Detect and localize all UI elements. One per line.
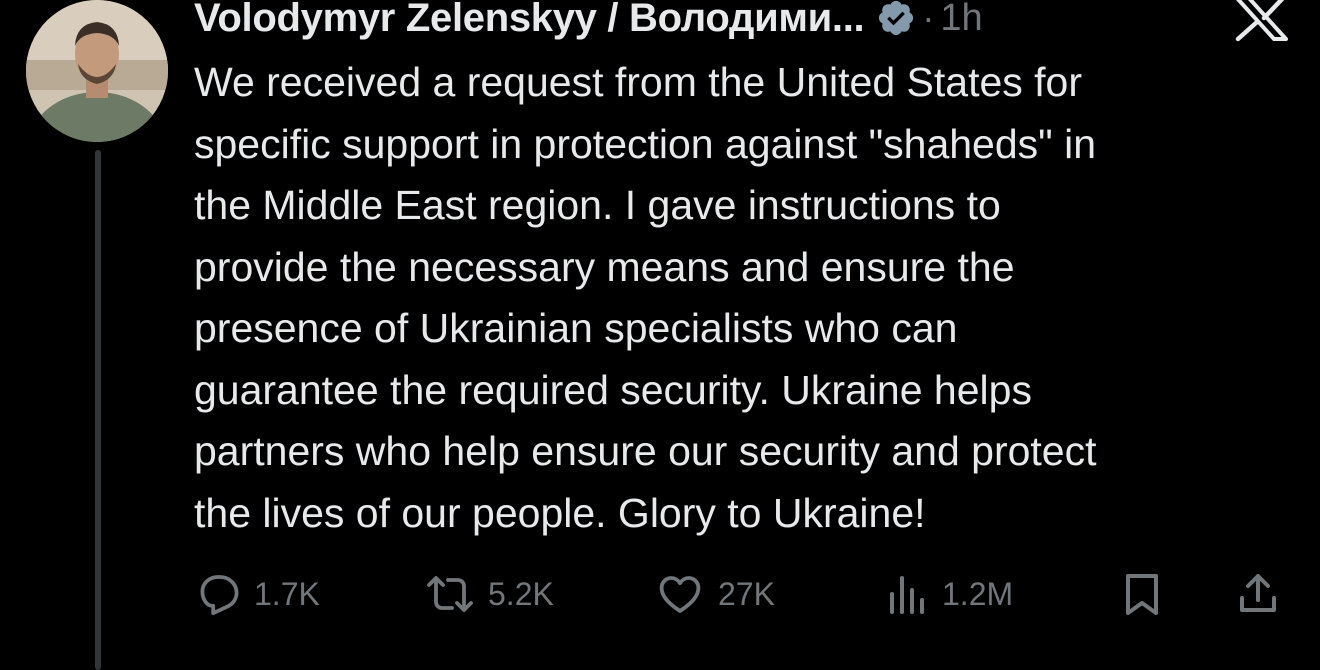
like-count: 27K xyxy=(718,575,775,612)
reply-button[interactable]: 1.7K xyxy=(194,566,320,622)
avatar[interactable] xyxy=(26,0,168,142)
tweet-actions: 1.7K 5.2K 27K 1.2M xyxy=(194,566,1294,622)
verified-badge-icon xyxy=(876,0,916,38)
views-button[interactable]: 1.2M xyxy=(884,566,1013,622)
views-count: 1.2M xyxy=(942,575,1014,612)
heart-icon xyxy=(654,570,706,618)
share-button[interactable] xyxy=(1234,566,1282,622)
repost-icon xyxy=(424,570,476,618)
bookmark-button[interactable] xyxy=(1120,566,1164,622)
timestamp[interactable]: 1h xyxy=(940,0,982,40)
bookmark-icon xyxy=(1120,570,1164,618)
views-icon xyxy=(884,570,930,618)
share-icon xyxy=(1234,570,1282,618)
author-name[interactable]: Volodymyr Zelenskyy / Володими... xyxy=(194,0,865,41)
repost-button[interactable]: 5.2K xyxy=(424,566,554,622)
dot-separator: · xyxy=(922,0,935,38)
tweet-text: We received a request from the United St… xyxy=(194,59,1097,536)
reply-icon xyxy=(194,570,242,618)
x-logo-icon[interactable] xyxy=(1232,0,1290,42)
repost-count: 5.2K xyxy=(488,575,554,612)
tweet-header: Volodymyr Zelenskyy / Володими... · 1h xyxy=(194,0,1194,48)
like-button[interactable]: 27K xyxy=(654,566,775,622)
reply-count: 1.7K xyxy=(254,575,320,612)
thread-line xyxy=(95,150,101,670)
